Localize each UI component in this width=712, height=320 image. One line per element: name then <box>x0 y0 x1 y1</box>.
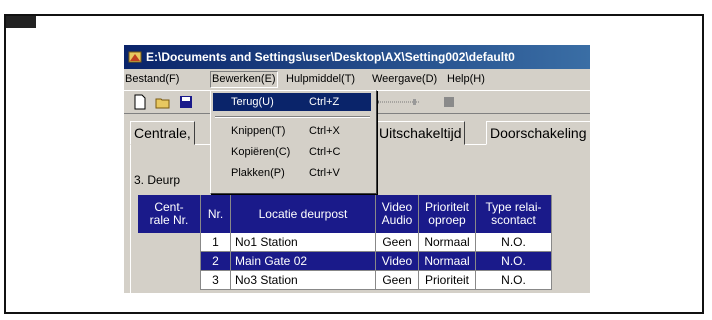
tab-uitschakeltijd[interactable]: Uitschakeltijd <box>375 121 466 145</box>
menu-tools[interactable]: Hulpmiddel(T) <box>285 72 356 87</box>
cell-type-relais: N.O. <box>476 233 552 252</box>
cell-nr: 3 <box>201 271 231 290</box>
window-title: E:\Documents and Settings\user\Desktop\A… <box>146 50 515 64</box>
open-folder-icon[interactable] <box>155 94 171 110</box>
menu-help[interactable]: Help(H) <box>446 72 486 87</box>
cell-prioriteit: Normaal <box>419 252 476 271</box>
cell-prioriteit: Normaal <box>419 233 476 252</box>
cell-nr: 1 <box>201 233 231 252</box>
tab-doorschakeling[interactable]: Doorschakeling <box>486 121 590 145</box>
menu-view[interactable]: Weergave(D) <box>371 72 438 87</box>
title-bar: E:\Documents and Settings\user\Desktop\A… <box>124 45 590 69</box>
menu-file[interactable]: Bestand(F) <box>124 72 180 87</box>
col-header-type-relais[interactable]: Type relai- scontact <box>476 195 552 233</box>
cell-prioriteit: Prioriteit <box>419 271 476 290</box>
cell-nr: 2 <box>201 252 231 271</box>
menu-bar: Bestand(F) Bewerken(E) Hulpmiddel(T) Wee… <box>124 69 590 90</box>
menu-item-paste[interactable]: Plakken(P) Ctrl+V <box>213 164 371 182</box>
cell-video-audio: Geen <box>376 233 419 252</box>
cell-type-relais: N.O. <box>476 252 552 271</box>
centrale-cell <box>138 233 201 290</box>
stop-icon[interactable] <box>441 94 457 110</box>
cell-locatie: No3 Station <box>231 271 376 290</box>
cell-locatie: No1 Station <box>231 233 376 252</box>
figure-corner-mark <box>6 16 36 28</box>
cell-video-audio: Video <box>376 252 419 271</box>
menu-item-copy[interactable]: Kopiëren(C) Ctrl+C <box>213 143 371 161</box>
menu-edit[interactable]: Bewerken(E) <box>210 71 278 88</box>
save-icon[interactable] <box>178 94 194 110</box>
new-file-icon[interactable] <box>132 94 148 110</box>
cell-type-relais: N.O. <box>476 271 552 290</box>
col-header-prioriteit[interactable]: Prioriteit oproep <box>419 195 476 233</box>
col-header-locatie[interactable]: Locatie deurpost <box>231 195 376 233</box>
edit-menu-dropdown: Terug(U) Ctrl+Z Knippen(T) Ctrl+X Kopiër… <box>210 90 377 194</box>
menu-separator <box>215 116 370 118</box>
app-window: E:\Documents and Settings\user\Desktop\A… <box>124 45 590 293</box>
tab-centrale[interactable]: Centrale, <box>130 121 195 145</box>
slider-control[interactable] <box>374 94 428 110</box>
menu-item-cut[interactable]: Knippen(T) Ctrl+X <box>213 122 371 140</box>
app-icon <box>128 51 142 63</box>
col-header-video-audio[interactable]: Video Audio <box>376 195 419 233</box>
cell-locatie: Main Gate 02 <box>231 252 376 271</box>
col-header-nr[interactable]: Nr. <box>201 195 231 233</box>
cell-video-audio: Geen <box>376 271 419 290</box>
menu-item-undo[interactable]: Terug(U) Ctrl+Z <box>213 93 371 111</box>
section-label: 3. Deurp <box>134 173 181 187</box>
col-header-centrale[interactable]: Cent- rale Nr. <box>138 195 201 233</box>
